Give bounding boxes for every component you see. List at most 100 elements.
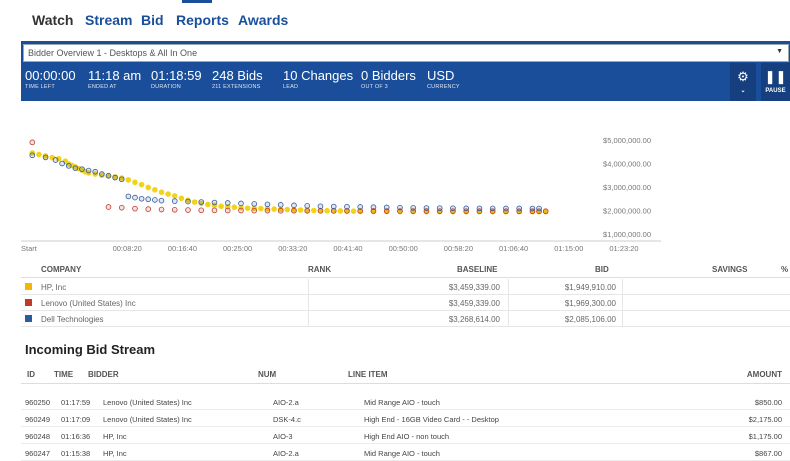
bid-history-chart-svg: $5,000,000.00 $4,000,000.00 $3,000,000.00 $… [21,136,661,253]
data-point [158,197,165,204]
data-point [344,203,350,210]
data-point [59,160,65,167]
stat-label: CURRENCY [427,84,460,90]
top-navigation: Watch Stream Bid Reports Awards [0,0,790,38]
bid-cell: $1,969,300.00 [508,295,623,311]
tab-stream[interactable]: Stream [85,12,132,28]
stat-time-left: 00:00:00 TIME LEFT [25,69,76,91]
tab-reports[interactable]: Reports [176,12,229,28]
bid-num: AIO-3 [273,432,293,441]
stat-value: 11:18 am [88,68,142,83]
data-point [152,197,158,203]
settings-button[interactable]: ⚙ ⌄ [730,63,756,101]
data-point [337,208,344,214]
bid-row[interactable]: 960247 01:15:38 HP, Inc AIO-2.a Mid Rang… [21,444,790,461]
x-tick-label: 01:23:20 [609,244,638,253]
col-line-item: LINE ITEM [348,370,388,379]
bid-id: 960250 [25,398,51,407]
stat-label: OUT OF 3 [361,84,388,90]
data-point [191,199,198,205]
bid-row[interactable]: 960250 01:17:59 Lenovo (United States) I… [21,393,790,410]
bid-value: $2,085,106.00 [564,315,616,324]
bid-line-item: High End AIO - non touch [364,432,450,441]
stat-label: 211 EXTENSIONS [212,84,261,90]
bid-history-chart: $5,000,000.00 $4,000,000.00 $3,000,000.00 $… [21,120,790,256]
company-name: Lenovo (United States) Inc [41,299,136,308]
nav-accent-bar [182,0,212,3]
data-point [350,208,357,215]
x-tick-label: 00:33:20 [278,244,307,253]
bid-amount: $850.00 [754,398,782,407]
company-row[interactable]: HP, Inc $3,459,339.00 $1,949,910.00 [21,279,790,295]
data-point [516,205,522,212]
bid-row[interactable]: 960248 01:16:36 HP, Inc AIO-3 High End A… [21,427,790,444]
y-tick-label: $5,000,000.00 [603,136,651,145]
stat-currency: USD CURRENCY [427,69,460,91]
data-point [42,154,49,161]
data-point [271,206,277,212]
data-point [436,205,443,211]
baseline-value: $3,268,614.00 [448,315,500,324]
stat-value: 10 Changes [283,68,354,83]
stat-value: 00:00:00 [25,68,76,83]
stat-label: LEAD [283,84,299,90]
bid-num: AIO-2.a [273,449,299,458]
data-point [185,207,191,213]
bid-bidder: HP, Inc [103,449,127,458]
bid-bidder: Lenovo (United States) Inc [103,415,192,424]
data-point [423,205,430,211]
data-point [211,207,218,214]
baseline-value: $3,459,339.00 [448,283,500,292]
data-point [152,187,158,193]
data-point [185,198,191,205]
data-point [171,193,178,199]
data-point [171,206,178,213]
company-row[interactable]: Dell Technologies $3,268,614.00 $2,085,1… [21,311,790,327]
data-point [29,152,36,159]
data-point [244,205,251,211]
data-point [198,207,205,214]
data-point [542,208,549,215]
tab-bid[interactable]: Bid [141,12,164,28]
data-point [165,191,171,197]
data-point [105,172,112,179]
bid-time: 01:15:38 [61,449,91,458]
data-point [224,200,231,206]
data-point [304,203,311,209]
data-point [72,165,79,171]
col-num: NUM [258,370,277,379]
data-point [238,207,244,214]
data-point [36,151,42,158]
company-row[interactable]: Lenovo (United States) Inc $3,459,339.00… [21,295,790,311]
y-tick-label: $1,000,000.00 [603,230,651,239]
data-point [145,196,152,203]
pause-button[interactable]: ❚❚ PAUSE [761,63,790,101]
x-tick-label: Start [21,244,38,253]
data-point [536,205,542,212]
data-point [99,171,105,177]
data-point [503,205,509,212]
bid-line-item: Mid Range AIO - touch [364,398,440,407]
data-point [330,203,337,210]
data-point [476,205,483,212]
data-point [125,193,132,200]
bid-num: DSK-4.c [273,415,301,424]
company-name: HP, Inc [41,283,67,292]
data-point [92,168,99,175]
data-point [264,201,271,208]
y-tick-label: $2,000,000.00 [603,207,651,216]
overview-select[interactable]: Bidder Overview 1 - Desktops & All In On… [23,44,789,62]
stat-duration: 01:18:59 DURATION [151,69,202,91]
data-point [450,205,456,212]
tab-watch[interactable]: Watch [32,12,73,28]
bid-row[interactable]: 960249 01:17:09 Lenovo (United States) I… [21,410,790,427]
col-savings: SAVINGS [712,265,748,274]
bid-amount: $2,175.00 [748,415,782,424]
data-point [138,181,145,188]
bid-bidder: Lenovo (United States) Inc [103,398,192,407]
data-point [158,206,165,213]
bid-stream-title: Incoming Bid Stream [25,342,156,357]
data-point [251,207,258,214]
data-point [105,204,112,210]
tab-awards[interactable]: Awards [238,12,288,28]
